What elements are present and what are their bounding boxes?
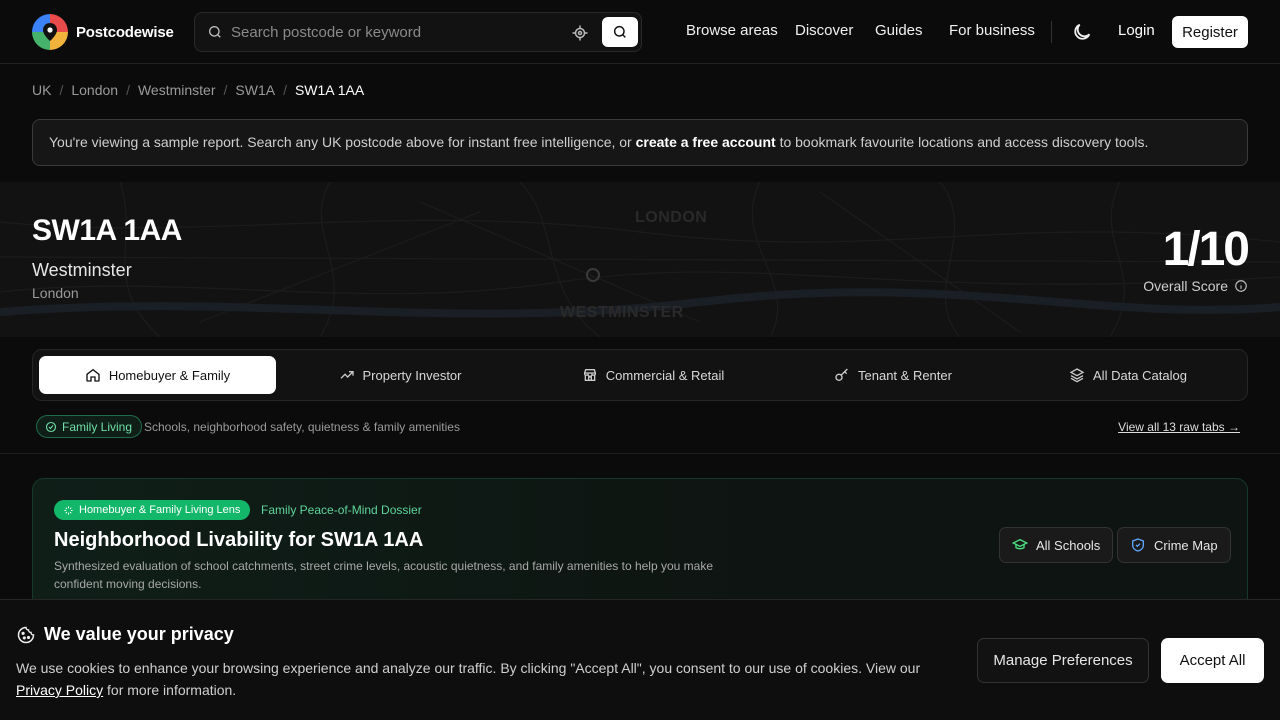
overall-score-value: 1/10 bbox=[1162, 223, 1250, 276]
sample-report-notice: You're viewing a sample report. Search a… bbox=[32, 119, 1248, 166]
pill-label: Family Living bbox=[62, 419, 133, 434]
nav-divider bbox=[1051, 21, 1052, 43]
home-icon bbox=[86, 368, 100, 382]
breadcrumb-uk[interactable]: UK bbox=[32, 82, 51, 98]
cookie-icon bbox=[17, 626, 35, 643]
button-label: Crime Map bbox=[1154, 537, 1218, 553]
search-bar bbox=[194, 12, 642, 52]
cookie-banner: We value your privacy We use cookies to … bbox=[0, 599, 1280, 720]
lens-description: Schools, neighborhood safety, quietness … bbox=[144, 420, 460, 434]
cookie-title-text: We value your privacy bbox=[44, 624, 234, 644]
search-button[interactable] bbox=[602, 17, 638, 47]
lens-badge: Homebuyer & Family Living Lens bbox=[54, 500, 251, 520]
page-title: SW1A 1AA bbox=[32, 214, 182, 247]
city-name: London bbox=[32, 285, 79, 301]
breadcrumb-sw1a[interactable]: SW1A bbox=[235, 82, 275, 98]
locate-icon[interactable] bbox=[571, 24, 589, 42]
nav-guides[interactable]: Guides bbox=[875, 22, 923, 39]
persona-tabs: Homebuyer & Family Property Investor Com… bbox=[32, 349, 1248, 401]
map-label-westminster: WESTMINSTER bbox=[560, 304, 684, 321]
graduation-cap-icon bbox=[1012, 538, 1028, 550]
layers-icon bbox=[1069, 368, 1085, 383]
lens-row: Family Living Schools, neighborhood safe… bbox=[36, 415, 1248, 439]
privacy-policy-link[interactable]: Privacy Policy bbox=[16, 682, 103, 698]
cookie-text: We use cookies to enhance your browsing … bbox=[16, 657, 936, 701]
key-icon bbox=[835, 368, 848, 381]
tab-label: Tenant & Renter bbox=[858, 367, 952, 383]
store-icon bbox=[583, 369, 596, 381]
moon-icon[interactable] bbox=[1071, 21, 1093, 43]
overall-score-label: Overall Score bbox=[1140, 278, 1248, 294]
breadcrumb-london[interactable]: London bbox=[71, 82, 118, 98]
info-icon[interactable] bbox=[1234, 279, 1248, 293]
tab-property-investor[interactable]: Property Investor bbox=[285, 356, 515, 394]
search-icon bbox=[209, 26, 221, 38]
top-header: Postcodewise Browse areas Discover Guide… bbox=[0, 0, 1280, 64]
breadcrumb: UK / London / Westminster / SW1A / SW1A 1AA bbox=[32, 82, 365, 98]
tab-label: All Data Catalog bbox=[1093, 367, 1187, 383]
cookie-title: We value your privacy bbox=[16, 624, 234, 645]
check-circle-icon bbox=[45, 421, 57, 432]
view-all-tabs-link[interactable]: View all 13 raw tabs → bbox=[1118, 420, 1240, 434]
brand-logo-link[interactable]: Postcodewise bbox=[32, 14, 174, 50]
breadcrumb-westminster[interactable]: Westminster bbox=[138, 82, 216, 98]
cookie-text-end: for more information. bbox=[103, 682, 237, 698]
family-living-pill: Family Living bbox=[36, 415, 143, 438]
tab-all-data-catalog[interactable]: All Data Catalog bbox=[1013, 356, 1243, 394]
tab-homebuyer-family[interactable]: Homebuyer & Family bbox=[39, 356, 276, 394]
register-button[interactable]: Register bbox=[1172, 16, 1248, 48]
all-schools-button[interactable]: All Schools bbox=[999, 527, 1114, 563]
cookie-text-body: We use cookies to enhance your browsing … bbox=[16, 660, 921, 676]
create-account-link[interactable]: create a free account bbox=[636, 134, 776, 150]
map-label-london: LONDON bbox=[635, 209, 708, 226]
livability-card: Homebuyer & Family Living Lens Family Pe… bbox=[32, 478, 1248, 618]
tab-commercial-retail[interactable]: Commercial & Retail bbox=[523, 356, 783, 394]
nav-discover[interactable]: Discover bbox=[795, 22, 853, 39]
tab-label: Homebuyer & Family bbox=[108, 367, 231, 383]
dossier-label: Family Peace-of-Mind Dossier bbox=[261, 503, 422, 517]
search-icon bbox=[613, 25, 626, 38]
manage-preferences-button[interactable]: Manage Preferences bbox=[977, 638, 1149, 683]
trending-up-icon bbox=[340, 371, 354, 379]
score-label-text: Overall Score bbox=[1143, 278, 1228, 294]
section-divider bbox=[0, 453, 1280, 454]
notice-text: You're viewing a sample report. Search a… bbox=[49, 134, 636, 150]
login-link[interactable]: Login bbox=[1118, 22, 1155, 39]
card-description: Synthesized evaluation of school catchme… bbox=[54, 559, 713, 591]
breadcrumb-current: SW1A 1AA bbox=[294, 82, 365, 98]
tab-label: Property Investor bbox=[362, 367, 462, 383]
brand-name: Postcodewise bbox=[76, 23, 174, 41]
search-input[interactable] bbox=[231, 22, 561, 42]
notice-text-end: to bookmark favourite locations and acce… bbox=[775, 134, 1149, 150]
card-title: Neighborhood Livability for SW1A 1AA bbox=[54, 529, 424, 551]
tab-label: Commercial & Retail bbox=[605, 367, 725, 383]
shield-icon bbox=[1132, 538, 1144, 552]
hero-map-banner: LONDON WESTMINSTER bbox=[0, 182, 1280, 337]
lens-badge-label: Homebuyer & Family Living Lens bbox=[79, 504, 241, 516]
logo-icon bbox=[32, 14, 68, 50]
tab-tenant-renter[interactable]: Tenant & Renter bbox=[773, 356, 1013, 394]
district-name: Westminster bbox=[32, 260, 132, 280]
sparkles-icon bbox=[64, 505, 73, 515]
accept-all-button[interactable]: Accept All bbox=[1161, 638, 1264, 683]
nav-for-business[interactable]: For business bbox=[949, 22, 1035, 39]
crime-map-button[interactable]: Crime Map bbox=[1117, 527, 1231, 563]
button-label: All Schools bbox=[1036, 537, 1101, 553]
nav-browse-areas[interactable]: Browse areas bbox=[686, 22, 778, 39]
